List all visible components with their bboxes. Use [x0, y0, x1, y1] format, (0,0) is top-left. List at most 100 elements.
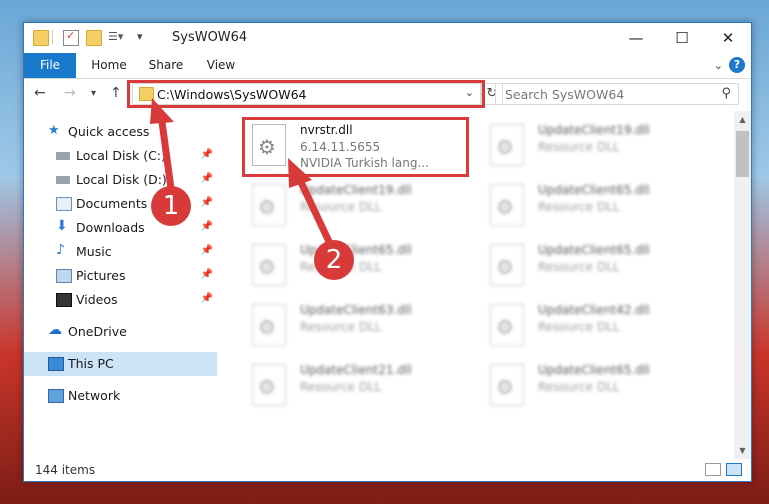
tab-share[interactable]: Share — [140, 53, 192, 78]
item-count: 144 items — [35, 463, 96, 477]
new-folder-icon[interactable] — [86, 30, 102, 46]
gear-icon: ⚙ — [496, 255, 514, 279]
music-icon: ♪ — [56, 242, 65, 258]
sidebar-item-network[interactable]: Network — [24, 384, 217, 408]
search-placeholder: Search SysWOW64 — [505, 87, 625, 102]
sidebar-item-onedrive[interactable]: ☁ OneDrive — [24, 320, 217, 344]
recent-locations-icon[interactable]: ▾ — [91, 88, 96, 99]
file-item[interactable]: ⚙ UpdateClient65.dll Resource DLL — [482, 359, 706, 415]
sidebar-item-this-pc[interactable]: This PC — [24, 352, 217, 376]
sidebar-item-downloads[interactable]: ⬇ Downloads 📌 — [24, 216, 217, 240]
customize-icon[interactable]: ☰▾ — [108, 30, 124, 44]
file-version: 6.14.11.5655 — [300, 140, 381, 154]
address-bar[interactable]: C:\Windows\SysWOW64 ⌄ — [132, 83, 481, 105]
search-input[interactable]: Search SysWOW64 ⚲ — [495, 83, 739, 105]
gear-icon: ⚙ — [258, 375, 276, 399]
computer-icon — [48, 357, 64, 371]
status-bar: 144 items — [24, 459, 751, 481]
documents-icon — [56, 197, 72, 211]
dll-file-icon: ⚙ — [490, 304, 524, 346]
help-icon[interactable]: ? — [729, 57, 745, 73]
properties-icon[interactable]: ✓ — [63, 29, 79, 46]
pin-icon[interactable]: 📌 — [201, 149, 213, 160]
expand-ribbon-icon[interactable]: ⌄ — [714, 59, 723, 72]
pin-icon[interactable]: 📌 — [201, 269, 213, 280]
file-name: UpdateClient65.dll — [538, 183, 650, 197]
file-description: Resource DLL — [538, 260, 620, 274]
dll-file-icon: ⚙ — [252, 184, 286, 226]
minimize-button[interactable]: — — [613, 23, 659, 53]
drive-icon — [56, 176, 70, 184]
tab-file[interactable]: File — [24, 53, 76, 78]
sidebar-item-music[interactable]: ♪ Music 📌 — [24, 240, 217, 264]
pin-icon[interactable]: 📌 — [201, 197, 213, 208]
dll-file-icon: ⚙ — [252, 364, 286, 406]
file-item[interactable]: ⚙ UpdateClient42.dll Resource DLL — [482, 299, 706, 355]
up-arrow-icon[interactable]: ↑ — [110, 85, 122, 101]
file-description: Resource DLL — [300, 320, 382, 334]
scroll-down-icon[interactable]: ▼ — [734, 442, 751, 459]
folder-icon — [33, 30, 49, 46]
sidebar-item-quick-access[interactable]: ★ Quick access — [24, 120, 217, 144]
file-name: nvrstr.dll — [300, 123, 353, 137]
large-icons-view-icon[interactable] — [726, 463, 742, 476]
callout-1: 1 — [151, 186, 191, 226]
file-item[interactable]: ⚙ UpdateClient19.dll Resource DLL — [244, 179, 468, 235]
explorer-window: ✓ ☰▾ ▾ SysWOW64 — ☐ ✕ File Home Share Vi… — [23, 22, 752, 482]
file-name: UpdateClient19.dll — [300, 183, 412, 197]
pin-icon[interactable]: 📌 — [201, 293, 213, 304]
gear-icon: ⚙ — [258, 135, 276, 159]
file-item[interactable]: ⚙ UpdateClient65.dll Resource DLL — [482, 239, 706, 295]
file-description: Resource DLL — [538, 320, 620, 334]
scroll-thumb[interactable] — [736, 131, 749, 177]
pin-icon[interactable]: 📌 — [201, 173, 213, 184]
folder-icon — [139, 87, 154, 101]
sidebar-item-videos[interactable]: Videos 📌 — [24, 288, 217, 312]
window-title: SysWOW64 — [172, 30, 248, 45]
file-name: UpdateClient65.dll — [538, 243, 650, 257]
sidebar-item-local-disk-d[interactable]: Local Disk (D:) 📌 — [24, 168, 217, 192]
tab-home[interactable]: Home — [82, 53, 136, 78]
tab-view[interactable]: View — [196, 53, 246, 78]
pin-icon[interactable]: 📌 — [201, 245, 213, 256]
pin-icon[interactable]: 📌 — [201, 221, 213, 232]
file-item[interactable]: ⚙ UpdateClient19.dll Resource DLL — [482, 119, 706, 175]
dll-file-icon: ⚙ — [252, 244, 286, 286]
file-description: NVIDIA Turkish lang... — [300, 156, 429, 170]
sidebar-item-pictures[interactable]: Pictures 📌 — [24, 264, 217, 288]
details-view-icon[interactable] — [705, 463, 721, 476]
maximize-button[interactable]: ☐ — [659, 23, 705, 53]
star-icon: ★ — [48, 123, 60, 138]
file-item[interactable]: ⚙ UpdateClient63.dll Resource DLL — [244, 299, 468, 355]
close-button[interactable]: ✕ — [705, 23, 751, 53]
ribbon: File Home Share View ⌄ ? — [24, 53, 751, 79]
videos-icon — [56, 293, 72, 307]
file-description: Resource DLL — [538, 200, 620, 214]
file-description: Resource DLL — [538, 380, 620, 394]
navigation-bar: ← → ▾ ↑ C:\Windows\SysWOW64 ⌄ ↻ Search S… — [24, 79, 751, 109]
file-item[interactable]: ⚙ UpdateClient65.dll Resource DLL — [482, 179, 706, 235]
file-list: ⚙ nvrstr.dll 6.14.11.5655 NVIDIA Turkish… — [236, 115, 731, 453]
quick-access-dropdown-icon[interactable]: ▾ — [137, 30, 151, 44]
file-name: UpdateClient65.dll — [538, 363, 650, 377]
network-icon — [48, 389, 64, 403]
file-item[interactable]: ⚙ UpdateClient65.dll Resource DLL — [244, 239, 468, 295]
address-path: C:\Windows\SysWOW64 — [157, 87, 307, 102]
file-item-nvrstr[interactable]: ⚙ nvrstr.dll 6.14.11.5655 NVIDIA Turkish… — [244, 119, 468, 175]
forward-arrow-icon[interactable]: → — [64, 85, 76, 101]
file-name: UpdateClient21.dll — [300, 363, 412, 377]
cloud-icon: ☁ — [48, 322, 62, 338]
gear-icon: ⚙ — [496, 135, 514, 159]
sidebar-item-local-disk-c[interactable]: Local Disk (C:) 📌 — [24, 144, 217, 168]
file-item[interactable]: ⚙ UpdateClient21.dll Resource DLL — [244, 359, 468, 415]
gear-icon: ⚙ — [496, 375, 514, 399]
file-description: Resource DLL — [300, 200, 382, 214]
gear-icon: ⚙ — [258, 255, 276, 279]
callout-2: 2 — [314, 240, 354, 280]
file-name: UpdateClient63.dll — [300, 303, 412, 317]
vertical-scrollbar[interactable]: ▲ ▼ — [734, 111, 751, 459]
dll-file-icon: ⚙ — [252, 304, 286, 346]
chevron-down-icon[interactable]: ⌄ — [465, 86, 474, 99]
scroll-up-icon[interactable]: ▲ — [734, 111, 751, 128]
back-arrow-icon[interactable]: ← — [34, 85, 46, 101]
